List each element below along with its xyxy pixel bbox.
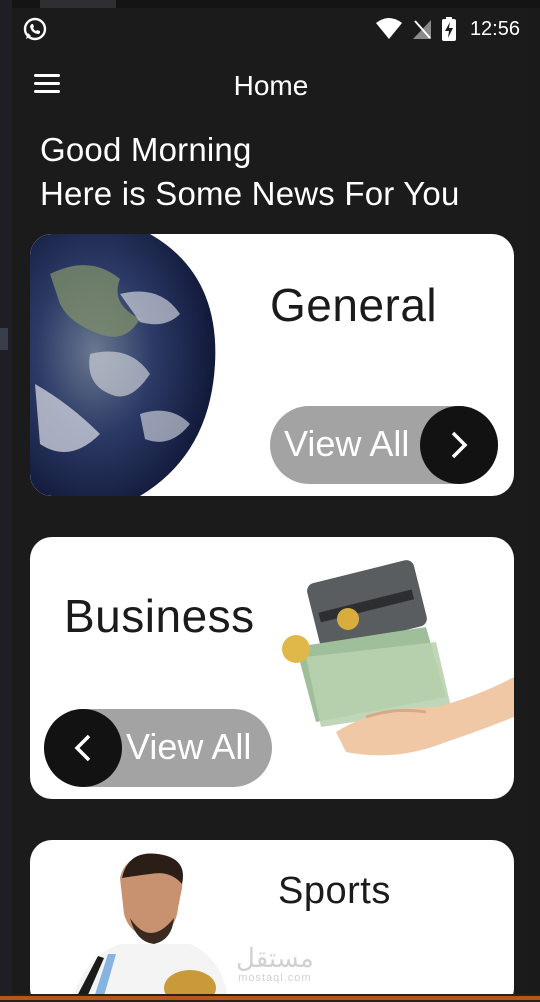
no-signal-icon [412, 20, 431, 39]
general-card[interactable]: General View All [30, 234, 514, 496]
view-all-button[interactable]: View All [44, 709, 272, 787]
window-bottom-edge [0, 994, 540, 1002]
card-title: Business [64, 590, 255, 642]
earth-image [30, 234, 230, 496]
card-title: Sports [278, 870, 391, 912]
card-title: General [270, 279, 438, 331]
money-hand-image [282, 560, 514, 756]
business-card[interactable]: Business View All [30, 537, 514, 799]
editor-gutter [0, 0, 12, 1002]
editor-tab [40, 0, 116, 8]
chevron-left-icon [44, 709, 122, 787]
watermark-latin: mostaql.com [238, 972, 312, 984]
gutter-selection [0, 328, 8, 350]
phone-screen: 12:56 Home Good Morning Here is Some New… [12, 8, 530, 994]
greeting: Good Morning Here is Some News For You [40, 128, 460, 216]
view-all-button[interactable]: View All [270, 406, 498, 484]
wifi-icon [375, 18, 402, 39]
whatsapp-icon [23, 17, 47, 41]
sports-card[interactable]: Sports مستقل mostaql.com [30, 840, 514, 994]
watermark: مستقل mostaql.com [236, 945, 314, 988]
clock: 12:56 [469, 17, 520, 40]
window-top-edge [0, 0, 540, 8]
status-bar: 12:56 [12, 8, 530, 48]
greeting-line-1: Good Morning [40, 131, 252, 168]
status-strip [0, 996, 540, 1000]
battery-charging-icon [441, 17, 456, 41]
view-all-label: View All [284, 423, 410, 464]
view-all-label: View All [126, 726, 252, 767]
chevron-right-icon [420, 406, 498, 484]
page-title: Home [233, 70, 309, 101]
football-player-image [74, 853, 228, 994]
greeting-line-2: Here is Some News For You [40, 175, 460, 212]
app-bar: Home [12, 56, 530, 116]
status-icons: 12:56 [375, 16, 520, 42]
